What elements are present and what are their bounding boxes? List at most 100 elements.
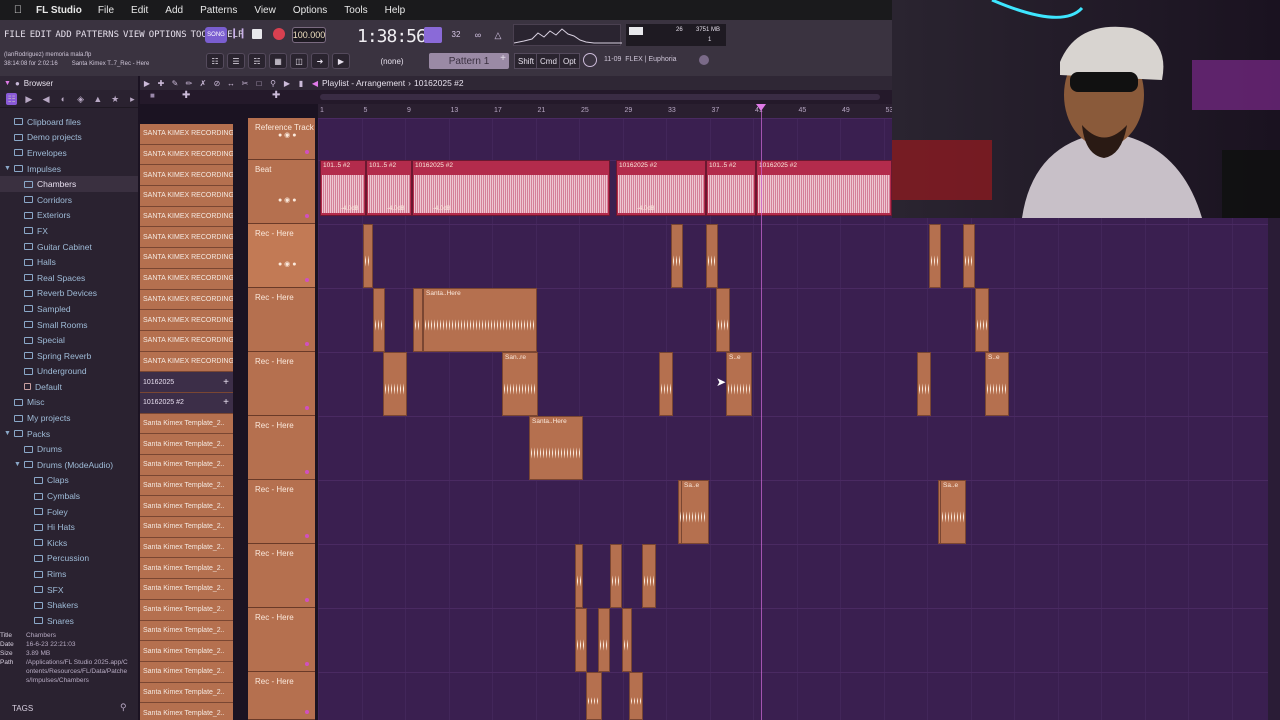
mixer-icon[interactable]: ☵ <box>248 53 266 69</box>
cmd-key[interactable]: Cmd <box>536 53 561 69</box>
browser-pin-icon[interactable]: ● <box>15 79 20 88</box>
playback-tool-icon[interactable]: ▶ <box>280 79 294 88</box>
clip-source-item[interactable]: Santa Kimex Template_2.. <box>140 496 233 518</box>
tree-item[interactable]: Rims <box>0 566 138 582</box>
tree-item[interactable]: Exteriors <box>0 208 138 224</box>
channel-settings-icon[interactable]: ◫ <box>290 53 308 69</box>
clip-source-item[interactable]: Santa Kimex Template_2.. <box>140 703 233 720</box>
draw-tool-icon[interactable]: ✎ <box>168 79 182 88</box>
mic-icon[interactable]: ▶ <box>332 53 350 69</box>
eject-icon[interactable]: ▲ <box>92 93 103 105</box>
clip-source-item[interactable]: Santa Kimex Template_2.. <box>140 682 233 704</box>
audio-clip[interactable]: San..re <box>502 352 538 416</box>
clip-source-item[interactable]: Santa Kimex Template_2.. <box>140 599 233 621</box>
channel-rack-icon[interactable]: ▦ <box>269 53 287 69</box>
audio-clip[interactable] <box>659 352 673 416</box>
track-header[interactable]: Rec - Here <box>248 672 315 720</box>
audio-clip[interactable] <box>575 544 583 608</box>
app-menu[interactable]: FL Studio <box>36 5 82 16</box>
tree-item[interactable]: Foley <box>0 504 138 520</box>
track-header[interactable]: Rec - Here <box>248 608 315 672</box>
clip-source-item[interactable]: SANTA KIMEX RECORDING.. <box>140 289 233 311</box>
clip-source-item[interactable]: 10162025 + <box>140 372 233 393</box>
menu-edit[interactable]: Edit <box>131 5 148 16</box>
timeline-ruler[interactable]: 1 5 9 13 17 21 25 29 33 37 41 45 49 53 <box>318 104 893 118</box>
snap-selector[interactable]: (none) <box>363 53 421 69</box>
track-header[interactable]: Reference Track ● ◉ ● <box>248 118 315 160</box>
tree-item[interactable]: Hi Hats <box>0 519 138 535</box>
tempo-display[interactable]: 100.000 <box>292 27 326 43</box>
audio-clip[interactable] <box>622 608 632 672</box>
track-header[interactable]: Rec - Here <box>248 480 315 544</box>
tree-item[interactable]: Special <box>0 332 138 348</box>
all-files-icon[interactable]: ☷ <box>6 92 18 105</box>
track-header[interactable]: Rec - Here <box>248 544 315 608</box>
horizontal-scrollbar[interactable] <box>320 94 880 100</box>
arrange-arrow-icon[interactable]: ◀ <box>308 79 322 88</box>
clip-source-item[interactable]: SANTA KIMEX RECORDING.. <box>140 124 233 145</box>
tags-label[interactable]: TAGS <box>12 704 33 713</box>
clip-source-item[interactable]: SANTA KIMEX RECORDING.. <box>140 165 233 187</box>
audio-clip[interactable] <box>610 544 622 608</box>
tree-item[interactable]: Snares <box>0 613 138 629</box>
pattern-add-icon[interactable]: + <box>223 397 229 408</box>
add-pattern-icon[interactable]: + <box>497 53 509 69</box>
vertical-scrollbar[interactable] <box>1268 218 1280 720</box>
paint-tool-icon[interactable]: ✏ <box>182 79 196 88</box>
menu-add[interactable]: Add <box>165 5 183 16</box>
current-project-icon[interactable]: ▶ <box>23 93 34 105</box>
fl-menu-edit[interactable]: EDIT <box>30 30 52 40</box>
audio-clip[interactable] <box>598 608 610 672</box>
zoom-tool-icon[interactable]: ⚲ <box>266 79 280 88</box>
clip-source-item[interactable]: SANTA KIMEX RECORDING.. <box>140 351 233 373</box>
clip-source-item[interactable]: SANTA KIMEX RECORDING.. <box>140 227 233 249</box>
audio-clip[interactable] <box>917 352 931 416</box>
piano-roll-icon[interactable]: ☷ <box>206 53 224 69</box>
clip-source-item[interactable]: Santa Kimex Template_2.. <box>140 537 233 559</box>
track-header[interactable]: Beat ● ◉ ● <box>248 160 315 224</box>
tree-item[interactable]: Spring Reverb <box>0 348 138 364</box>
tree-item[interactable]: Misc <box>0 395 138 411</box>
fl-menu-file[interactable]: FILE <box>4 30 26 40</box>
track-controls-icon[interactable]: ● ◉ ● <box>278 131 296 139</box>
clip-source-item[interactable]: Santa Kimex Template_2.. <box>140 455 233 476</box>
search-icon[interactable]: ⚲ <box>120 702 127 713</box>
menu-patterns[interactable]: Patterns <box>200 5 237 16</box>
pattern-picker-icon[interactable]: ✚ <box>182 90 190 101</box>
tree-item[interactable]: Drums <box>0 441 138 457</box>
clip-source-item[interactable]: Santa Kimex Template_2.. <box>140 579 233 600</box>
sort-icon[interactable]: ◐ <box>58 93 69 105</box>
fl-menu-add[interactable]: ADD <box>55 30 71 40</box>
track-controls-icon[interactable]: ● ◉ ● <box>278 196 296 204</box>
audio-clip[interactable]: 101..5 #2 <box>706 160 756 216</box>
tree-item[interactable]: Clipboard files <box>0 114 138 130</box>
mute-tool-icon[interactable]: ⊘ <box>210 79 224 88</box>
audio-clip[interactable] <box>706 224 718 288</box>
tree-item[interactable]: Sampled <box>0 301 138 317</box>
audio-clip[interactable]: 10162025 #2 -4.0dB <box>616 160 706 216</box>
stop-button[interactable] <box>252 29 262 39</box>
tree-item[interactable]: Chambers <box>0 176 138 192</box>
tree-item[interactable]: ▼ Packs <box>0 426 138 442</box>
tree-item[interactable]: Default <box>0 379 138 395</box>
track-header[interactable]: Rec - Here <box>248 352 315 416</box>
pattern-add-icon[interactable]: + <box>223 377 229 388</box>
tree-item[interactable]: Shakers <box>0 597 138 613</box>
horizontal-zoom-icon[interactable]: ✚ <box>272 90 280 101</box>
tree-item[interactable]: Halls <box>0 254 138 270</box>
audio-clip[interactable] <box>373 288 385 352</box>
clip-source-item[interactable]: Santa Kimex Template_2.. <box>140 413 233 435</box>
playlist-arrow-icon[interactable]: ▶ <box>140 79 154 88</box>
clip-source-item[interactable]: Santa Kimex Template_2.. <box>140 517 233 538</box>
arrow-right-icon[interactable]: ➜ <box>311 53 329 69</box>
star-icon[interactable]: ★ <box>110 93 121 105</box>
tree-item[interactable]: Demo projects <box>0 130 138 146</box>
plugin-picker-icon[interactable] <box>699 55 709 65</box>
clip-source-item[interactable]: Santa Kimex Template_2.. <box>140 661 233 683</box>
tree-item[interactable]: FX <box>0 223 138 239</box>
tree-item[interactable]: Cymbals <box>0 488 138 504</box>
select-tool-icon[interactable]: □ <box>252 79 266 88</box>
clip-source-item[interactable]: SANTA KIMEX RECORDING.. <box>140 310 233 331</box>
audio-clip[interactable] <box>975 288 989 352</box>
song-mode-toggle[interactable]: SONG <box>205 27 227 43</box>
